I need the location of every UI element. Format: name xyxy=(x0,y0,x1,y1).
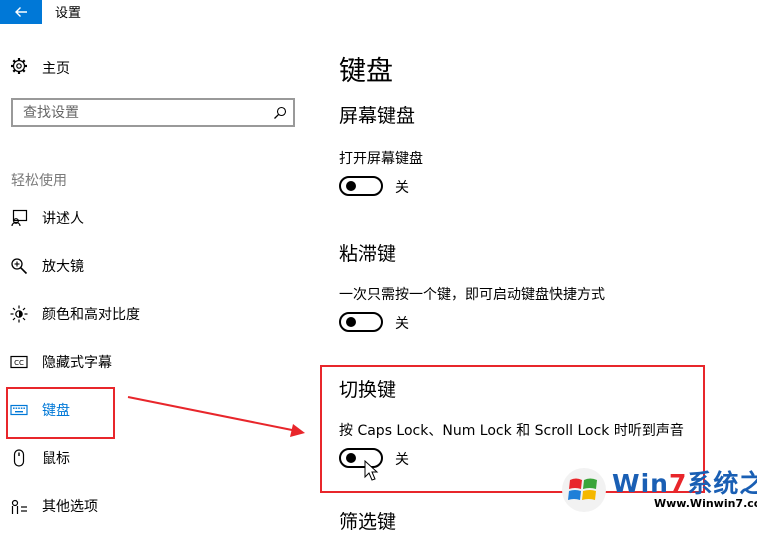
annotation-arrow xyxy=(127,396,305,437)
watermark-brand: Win7系统之家 xyxy=(612,464,757,500)
watermark: Win7系统之家 Www.Winwin7.com xyxy=(560,462,757,517)
mouse-cursor-icon xyxy=(364,460,379,481)
watermark-brand-suffix: 系统之家 xyxy=(687,469,757,498)
watermark-brand-seven: 7 xyxy=(668,469,688,498)
watermark-brand-prefix: Win xyxy=(612,469,669,498)
windows-logo-icon xyxy=(562,468,606,512)
watermark-url: Www.Winwin7.com xyxy=(654,497,757,510)
